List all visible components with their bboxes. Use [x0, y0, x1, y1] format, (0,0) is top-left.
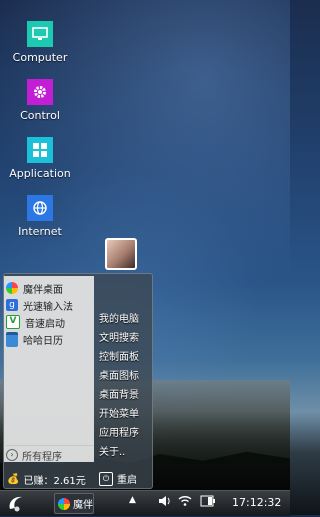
volume-icon[interactable]: [158, 495, 172, 510]
menu-item-label: 哈哈日历: [23, 335, 63, 347]
gear-icon: [27, 79, 53, 105]
clock[interactable]: 17:12:32: [232, 496, 281, 509]
menu-item-input-method[interactable]: g 光速输入法: [6, 297, 73, 313]
desktop-icon-application[interactable]: Application: [5, 137, 75, 180]
menu-item-launcher[interactable]: V 音速启动: [6, 314, 65, 330]
menu-link-about[interactable]: 关于..: [99, 446, 125, 460]
menu-link-desktop-icons[interactable]: 桌面图标: [99, 370, 139, 384]
restart-label: 重启: [117, 475, 137, 486]
monitor-icon: [27, 21, 53, 47]
earnings-status: 💰 已赚：2.61元: [7, 472, 86, 487]
globe-icon: [27, 195, 53, 221]
desktop-icon-internet[interactable]: Internet: [5, 195, 75, 238]
menu-item-label: 光速输入法: [23, 301, 73, 313]
all-programs-button[interactable]: › 所有程序: [6, 445, 94, 463]
wifi-icon[interactable]: [178, 495, 192, 510]
power-icon: ⏻: [99, 471, 113, 486]
input-method-icon: g: [6, 299, 18, 311]
menu-item-label: 音速启动: [25, 318, 65, 330]
desktop-icon-computer[interactable]: Computer: [5, 21, 75, 64]
desktop-icon-label: Control: [20, 109, 60, 122]
task-label: 魔伴: [73, 500, 93, 511]
all-programs-label: 所有程序: [22, 451, 62, 463]
start-logo-icon: [9, 496, 22, 512]
tray-expand-icon[interactable]: ▲: [129, 495, 136, 505]
grid-icon: [27, 137, 53, 163]
desktop-icon-control[interactable]: Control: [5, 79, 75, 122]
battery-icon[interactable]: [200, 495, 216, 510]
menu-link-my-computer[interactable]: 我的电脑: [99, 313, 139, 327]
launcher-icon: V: [6, 315, 20, 329]
money-bag-icon: 💰: [7, 474, 20, 485]
menu-link-start-menu[interactable]: 开始菜单: [99, 408, 139, 422]
desktop-icon-label: Computer: [12, 51, 68, 64]
menu-item-label: 魔伴桌面: [23, 284, 63, 296]
menu-item-calendar[interactable]: 哈哈日历: [6, 331, 63, 347]
start-button[interactable]: [6, 493, 28, 513]
menu-link-search[interactable]: 文明搜索: [99, 332, 139, 346]
menu-link-applications[interactable]: 应用程序: [99, 427, 139, 441]
menu-link-control-panel[interactable]: 控制面板: [99, 351, 139, 365]
desktop-icon-label: Internet: [18, 225, 62, 238]
menu-item-mobanzhuomian[interactable]: 魔伴桌面: [6, 280, 63, 296]
mobanzhuomian-icon: [58, 497, 70, 510]
menu-link-desktop-background[interactable]: 桌面背景: [99, 389, 139, 403]
restart-button[interactable]: ⏻ 重启: [99, 471, 137, 486]
avatar[interactable]: [105, 238, 137, 270]
taskbar-task-moban[interactable]: 魔伴: [54, 493, 94, 514]
mobanzhuomian-icon: [6, 282, 18, 294]
desktop-icon-label: Application: [9, 167, 71, 180]
arrow-right-icon: ›: [6, 449, 18, 461]
earnings-label: 已赚：2.61元: [23, 476, 86, 487]
calendar-icon: [6, 331, 18, 347]
